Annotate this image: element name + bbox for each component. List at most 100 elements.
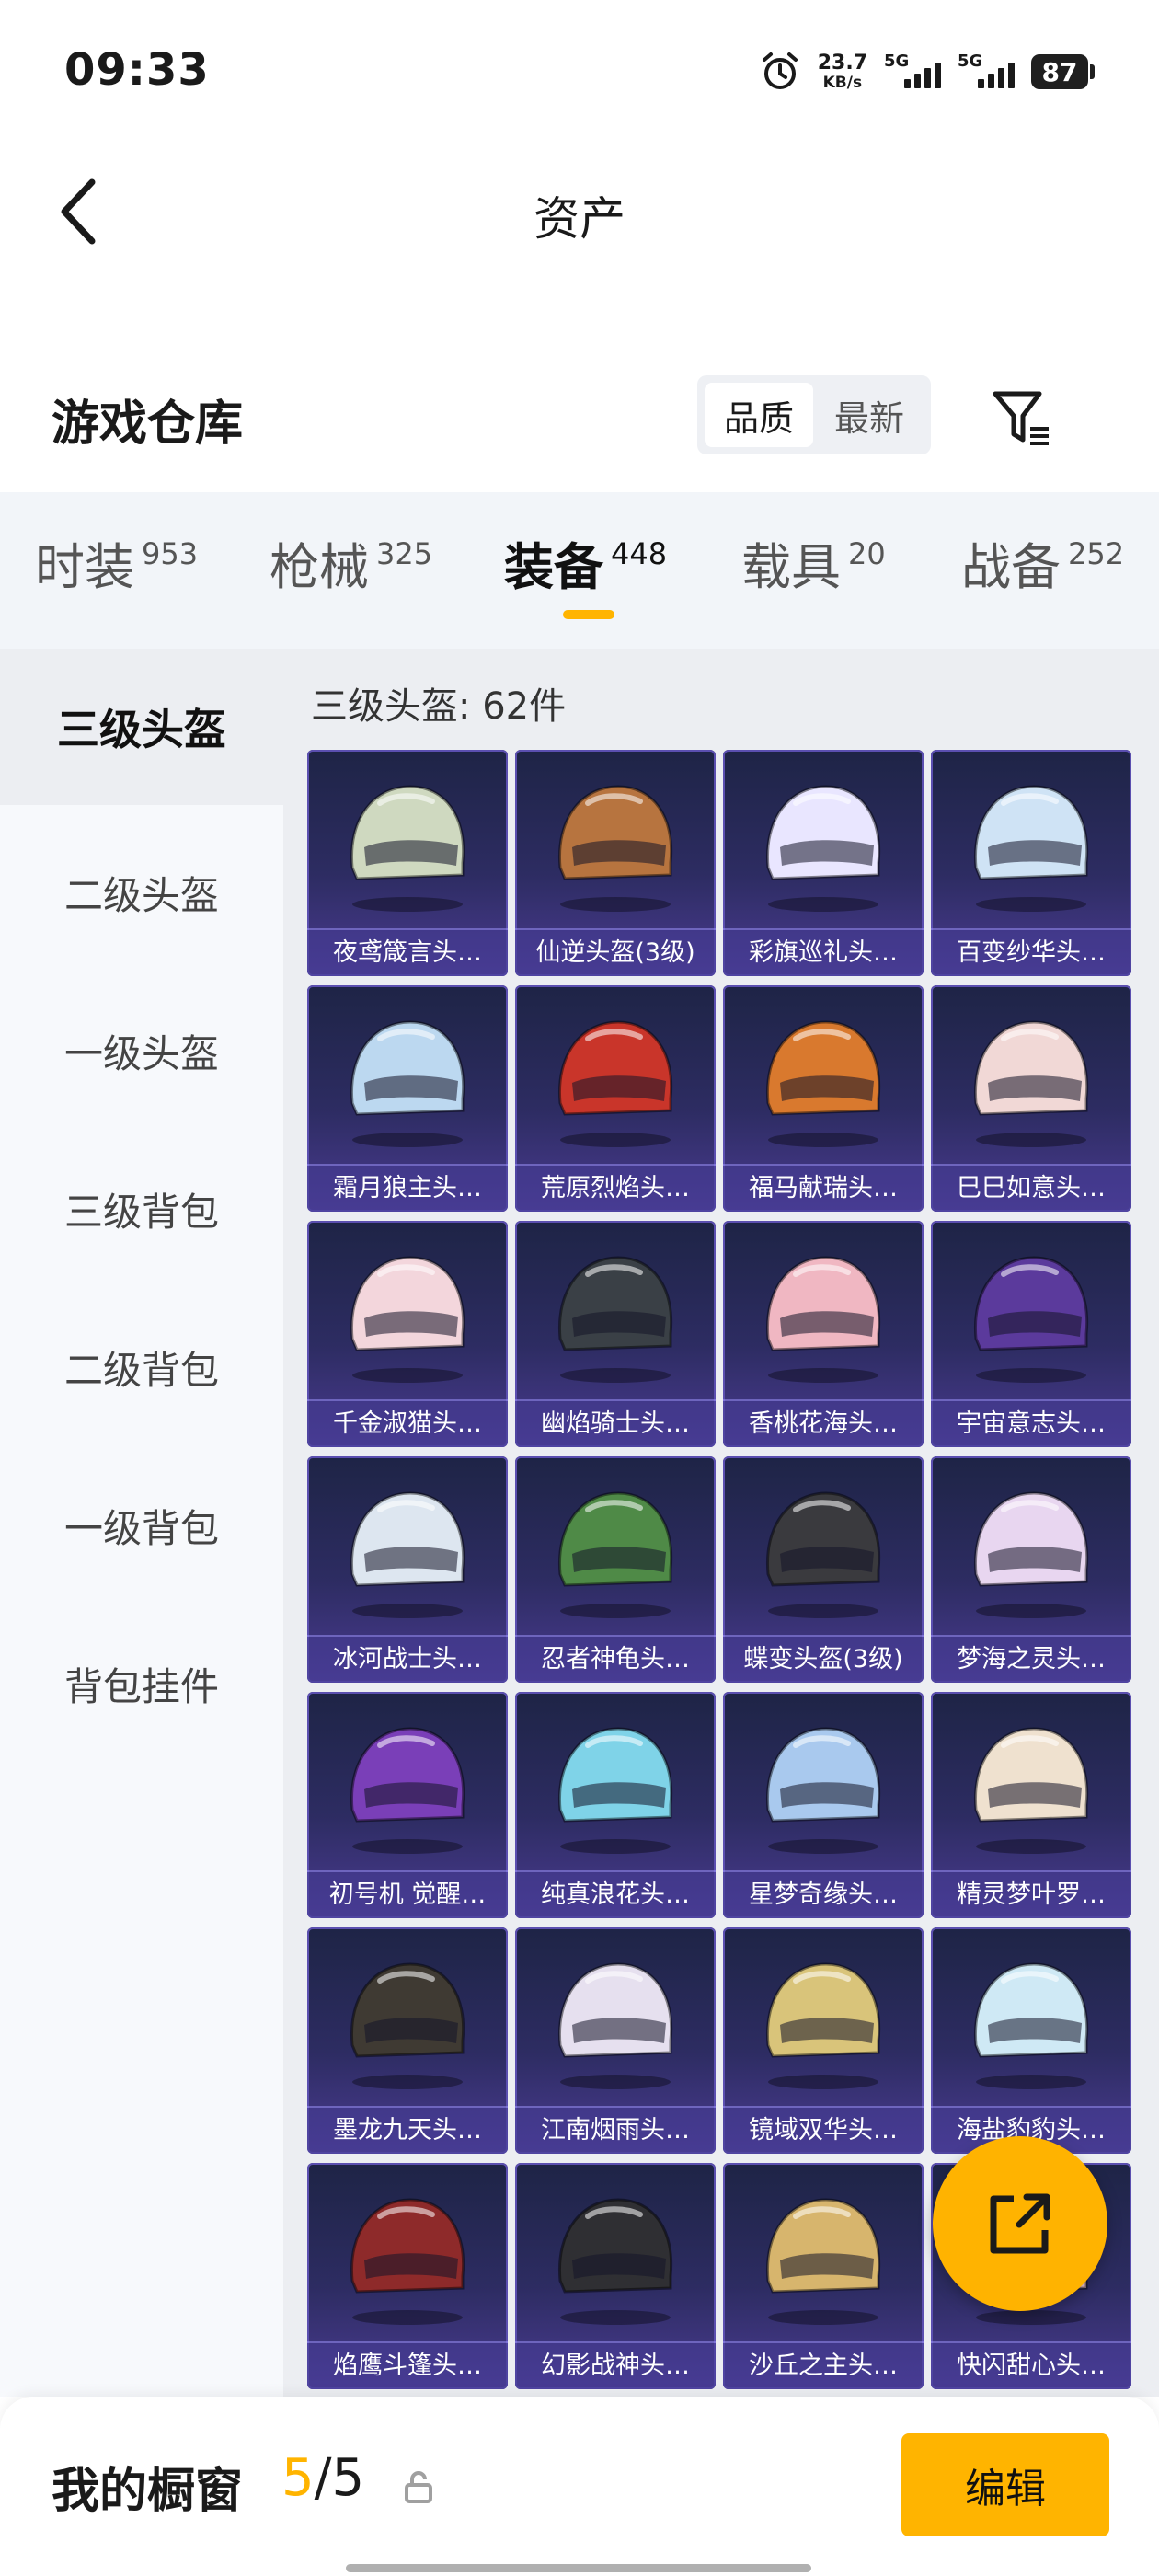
tab-count: 325 [376, 536, 433, 571]
share-button[interactable] [933, 2136, 1107, 2311]
helmet-icon [537, 1708, 694, 1856]
item-name: 宇宙意志头… [931, 1401, 1131, 1447]
tab-count: 953 [142, 536, 199, 571]
item-card[interactable]: 精灵梦叶罗… [931, 1692, 1131, 1918]
helmet-icon [745, 766, 901, 914]
item-name: 霜月狼主头… [307, 1166, 508, 1212]
tab-equipment[interactable]: 装备 448 [504, 538, 667, 597]
item-card[interactable]: 霜月狼主头… [307, 985, 508, 1212]
item-card[interactable]: 纯真浪花头… [515, 1692, 716, 1918]
item-name: 江南烟雨头… [515, 2108, 716, 2154]
tab-supplies[interactable]: 战备 252 [961, 538, 1124, 597]
sidebar-item-backpack-charm[interactable]: 背包挂件 [0, 1605, 283, 1762]
helmet-icon [745, 1237, 901, 1385]
status-bar: 09:33 23.7 KB/s 5G 5G 87 [0, 0, 1159, 138]
helmet-icon [537, 766, 694, 914]
warehouse-title: 游戏仓库 [52, 397, 244, 452]
item-name: 墨龙九天头… [307, 2108, 508, 2154]
item-card[interactable]: 初号机 觉醒… [307, 1692, 508, 1918]
battery-icon: 87 [1031, 54, 1095, 89]
helmet-icon [537, 1002, 694, 1149]
item-card[interactable]: 蝶变头盔(3级) [723, 1456, 924, 1683]
helmet-icon [329, 1237, 486, 1385]
showcase-total: /5 [314, 2448, 365, 2508]
helmet-icon [953, 1002, 1109, 1149]
filter-button[interactable] [986, 383, 1058, 454]
tab-label: 载具 [741, 538, 841, 596]
item-name: 冰河战士头… [307, 1637, 508, 1683]
item-card[interactable]: 仙逆头盔(3级) [515, 750, 716, 976]
status-time: 09:33 [64, 44, 210, 96]
item-card[interactable]: 沙丘之主头… [723, 2163, 924, 2389]
item-name: 沙丘之主头… [723, 2343, 924, 2389]
home-indicator [346, 2564, 811, 2572]
item-card[interactable]: 福马献瑞头… [723, 985, 924, 1212]
item-card[interactable]: 冰河战士头… [307, 1456, 508, 1683]
item-name: 星梦奇缘头… [723, 1872, 924, 1918]
sidebar-item-level3-helmet[interactable]: 三级头盔 [0, 649, 283, 805]
filter-icon [993, 391, 1049, 445]
item-card[interactable]: 焰鹰斗篷头… [307, 2163, 508, 2389]
item-card[interactable]: 墨龙九天头… [307, 1927, 508, 2154]
item-card[interactable]: 香桃花海头… [723, 1221, 924, 1447]
item-card[interactable]: 夜鸢箴言头… [307, 750, 508, 976]
item-card[interactable]: 江南烟雨头… [515, 1927, 716, 2154]
item-name: 焰鹰斗篷头… [307, 2343, 508, 2389]
tab-label: 时装 [35, 538, 134, 596]
tab-fashion[interactable]: 时装 953 [35, 538, 198, 597]
sort-by-quality[interactable]: 品质 [705, 383, 813, 447]
alarm-icon [759, 51, 801, 93]
item-name: 百变纱华头… [931, 930, 1131, 976]
helmet-icon [329, 1944, 486, 2091]
sidebar-item-level1-helmet[interactable]: 一级头盔 [0, 972, 283, 1129]
showcase-current: 5 [281, 2448, 315, 2508]
helmet-icon [745, 1708, 901, 1856]
item-card[interactable]: 巳巳如意头… [931, 985, 1131, 1212]
sort-by-newest[interactable]: 最新 [815, 383, 924, 447]
tab-label: 战备 [961, 538, 1061, 596]
item-card[interactable]: 百变纱华头… [931, 750, 1131, 976]
helmet-icon [953, 766, 1109, 914]
item-card[interactable]: 星梦奇缘头… [723, 1692, 924, 1918]
item-name: 快闪甜心头… [931, 2343, 1131, 2389]
item-card[interactable]: 海盐豹豹头… [931, 1927, 1131, 2154]
tab-weapons[interactable]: 枪械 325 [270, 538, 432, 597]
status-icons: 23.7 KB/s 5G 5G 87 [759, 46, 1095, 98]
item-card[interactable]: 幻影战神头… [515, 2163, 716, 2389]
item-card[interactable]: 忍者神龟头… [515, 1456, 716, 1683]
helmet-icon [329, 766, 486, 914]
item-card[interactable]: 荒原烈焰头… [515, 985, 716, 1212]
sidebar-item-level2-backpack[interactable]: 二级背包 [0, 1289, 283, 1445]
item-name: 纯真浪花头… [515, 1872, 716, 1918]
item-name: 巳巳如意头… [931, 1166, 1131, 1212]
tab-count: 252 [1068, 536, 1125, 571]
item-card[interactable]: 千金淑猫头… [307, 1221, 508, 1447]
item-name: 幻影战神头… [515, 2343, 716, 2389]
tab-count: 20 [848, 536, 886, 571]
helmet-icon [537, 2179, 694, 2327]
sidebar-item-level1-backpack[interactable]: 一级背包 [0, 1447, 283, 1604]
helmet-icon [953, 1237, 1109, 1385]
subcategory-sidebar: 三级头盔 二级头盔 一级头盔 三级背包 二级背包 一级背包 背包挂件 [0, 649, 283, 2397]
item-card[interactable]: 幽焰骑士头… [515, 1221, 716, 1447]
item-name: 仙逆头盔(3级) [515, 930, 716, 976]
helmet-icon [745, 1473, 901, 1620]
sidebar-item-level3-backpack[interactable]: 三级背包 [0, 1131, 283, 1287]
item-card[interactable]: 彩旗巡礼头… [723, 750, 924, 976]
item-card[interactable]: 镜域双华头… [723, 1927, 924, 2154]
item-card[interactable]: 梦海之灵头… [931, 1456, 1131, 1683]
nav-bar: 资产 [0, 138, 1159, 285]
item-name: 彩旗巡礼头… [723, 930, 924, 976]
section-title: 三级头盔: 62件 [311, 685, 567, 728]
tab-vehicles[interactable]: 载具 20 [741, 538, 886, 597]
edit-button[interactable]: 编辑 [901, 2433, 1109, 2536]
showcase-label: 我的橱窗 [52, 2464, 244, 2519]
tab-count: 448 [611, 536, 668, 571]
item-card[interactable]: 宇宙意志头… [931, 1221, 1131, 1447]
showcase-count: 5/5 [281, 2448, 364, 2508]
sidebar-item-level2-helmet[interactable]: 二级头盔 [0, 814, 283, 971]
category-tabs: 时装 953 枪械 325 装备 448 载具 20 战备 252 [0, 492, 1159, 649]
active-tab-indicator [563, 610, 614, 619]
helmet-icon [745, 1944, 901, 2091]
item-name: 千金淑猫头… [307, 1401, 508, 1447]
